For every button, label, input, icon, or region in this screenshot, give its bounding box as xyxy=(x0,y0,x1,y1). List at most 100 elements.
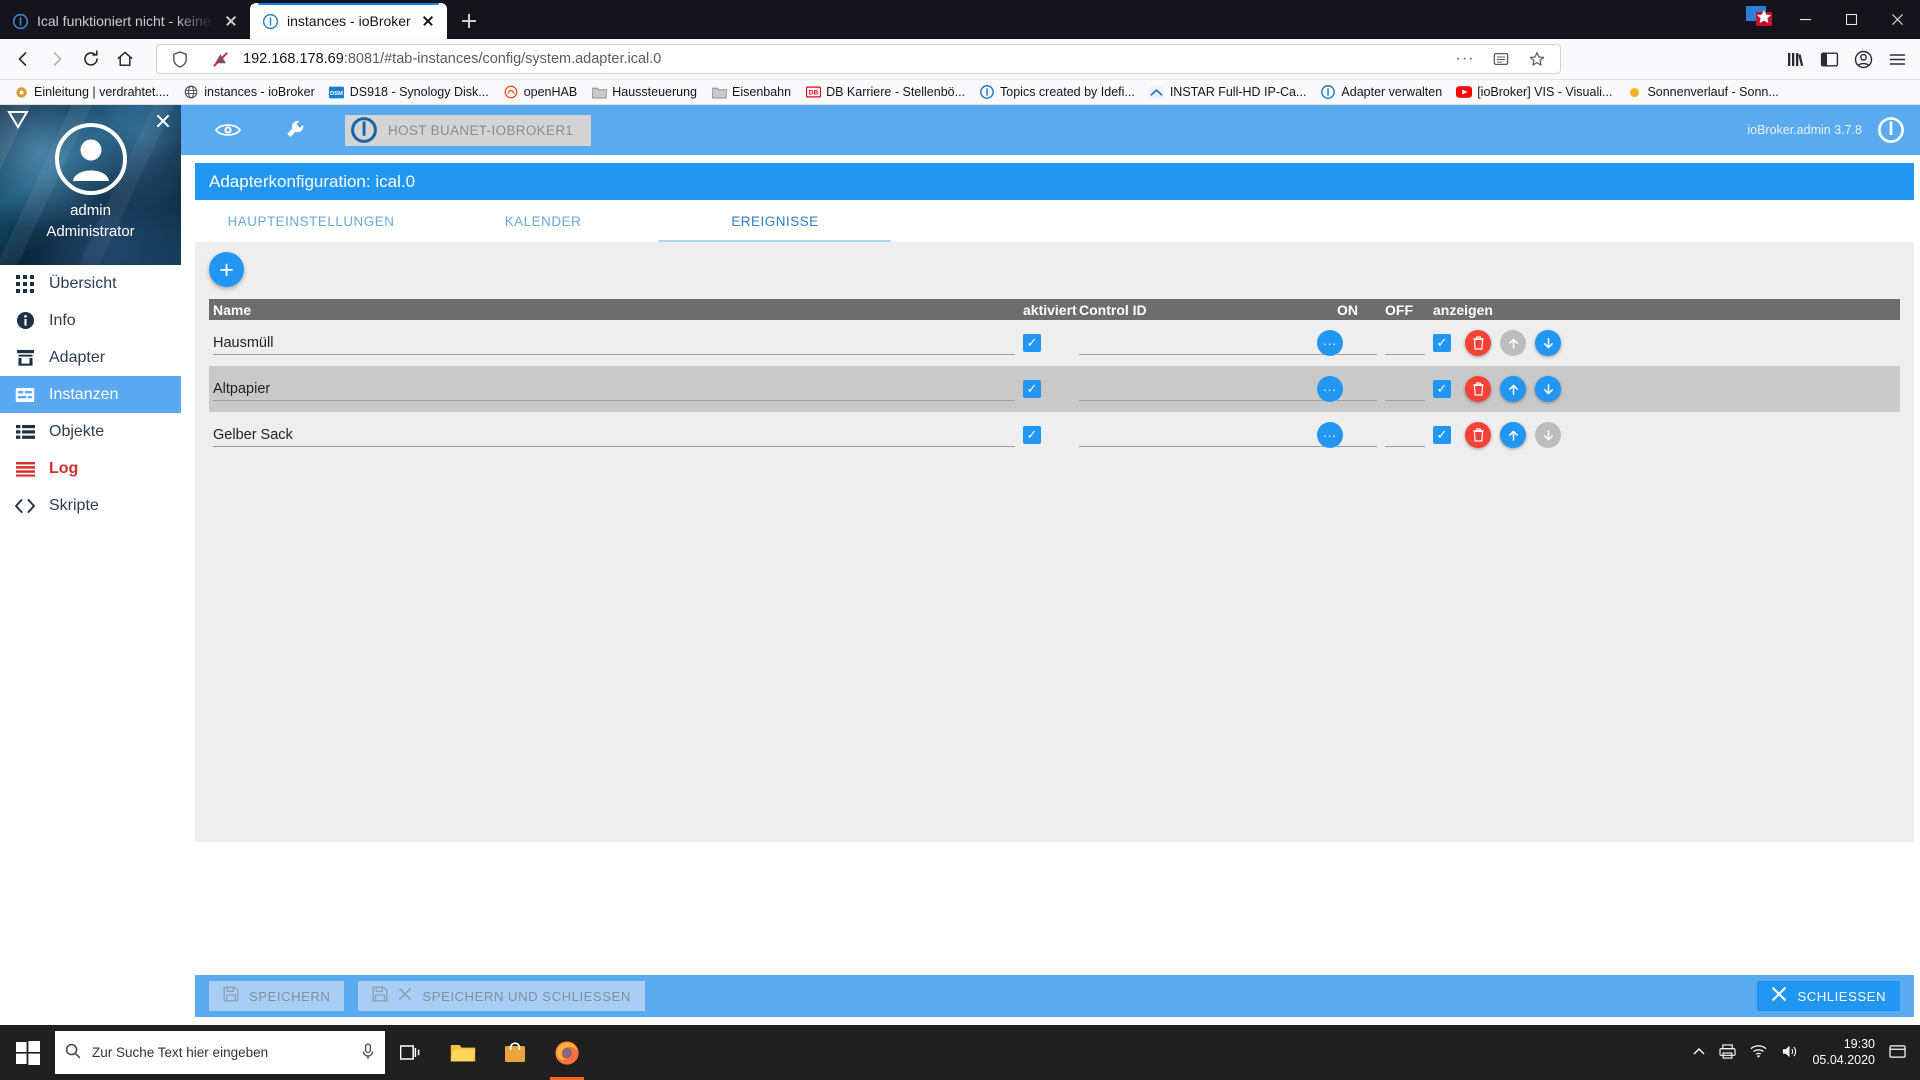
close-button[interactable] xyxy=(1874,0,1920,39)
close-icon[interactable] xyxy=(153,111,173,131)
name-input[interactable]: Hausmüll xyxy=(213,331,1015,355)
display-checkbox[interactable]: ✓ xyxy=(1433,380,1451,398)
on-input[interactable] xyxy=(1337,331,1377,355)
blocked-permission-icon[interactable] xyxy=(203,47,237,71)
taskbar-clock[interactable]: 19:30 05.04.2020 xyxy=(1812,1037,1875,1068)
cell-enabled[interactable]: ✓ xyxy=(1019,412,1075,458)
bookmark-item[interactable]: instances - ioBroker xyxy=(176,82,321,102)
sidebar-item-skripte[interactable]: Skripte xyxy=(0,487,181,524)
browse-object-button[interactable]: ... xyxy=(1317,376,1343,402)
display-checkbox[interactable]: ✓ xyxy=(1433,334,1451,352)
cell-enabled[interactable]: ✓ xyxy=(1019,320,1075,366)
cell-enabled[interactable]: ✓ xyxy=(1019,366,1075,412)
home-button-icon[interactable] xyxy=(108,42,142,76)
maximize-button[interactable] xyxy=(1828,0,1874,39)
firefox-icon[interactable] xyxy=(541,1025,593,1080)
enabled-checkbox[interactable]: ✓ xyxy=(1023,380,1041,398)
library-icon[interactable] xyxy=(1778,42,1812,76)
sidebar-item-info[interactable]: Info xyxy=(0,302,181,339)
close-button[interactable]: SCHLIESSEN xyxy=(1757,981,1900,1011)
host-selector[interactable]: HOST BUANET-IOBROKER1 xyxy=(345,114,592,146)
url-text[interactable]: 192.168.178.69:8081/#tab-instances/confi… xyxy=(243,51,1442,67)
url-bar[interactable]: 192.168.178.69:8081/#tab-instances/confi… xyxy=(156,44,1561,74)
microphone-icon[interactable] xyxy=(361,1042,375,1063)
bookmark-item[interactable]: DB DB Karriere - Stellenbö... xyxy=(798,82,972,102)
file-explorer-icon[interactable] xyxy=(437,1025,489,1080)
power-icon[interactable] xyxy=(1878,117,1904,143)
bookmark-item[interactable]: openHAB xyxy=(496,82,585,102)
off-input[interactable] xyxy=(1385,423,1425,447)
cell-display[interactable]: ✓ xyxy=(1429,320,1461,366)
bookmark-item[interactable]: Adapter verwalten xyxy=(1313,82,1449,102)
reader-view-icon[interactable] xyxy=(1484,46,1518,72)
arrow-up-icon[interactable] xyxy=(1500,422,1526,448)
cell-display[interactable]: ✓ xyxy=(1429,366,1461,412)
bookmark-item[interactable]: Eisenbahn xyxy=(704,82,798,102)
bookmark-item[interactable]: INSTAR Full-HD IP-Ca... xyxy=(1142,82,1314,102)
cell-control-id[interactable]: ... xyxy=(1075,366,1343,412)
sidebar-item-adapter[interactable]: Adapter xyxy=(0,339,181,376)
tray-chevron-icon[interactable] xyxy=(1693,1047,1705,1059)
network-icon[interactable] xyxy=(1750,1044,1767,1061)
bookmark-star-icon[interactable] xyxy=(1520,46,1554,72)
close-icon[interactable] xyxy=(222,12,240,30)
on-input[interactable] xyxy=(1337,377,1377,401)
cell-name[interactable]: Hausmüll xyxy=(209,320,1019,366)
arrow-up-icon[interactable] xyxy=(1500,376,1526,402)
bookmark-item[interactable]: Einleitung | verdrahtet.... xyxy=(6,82,176,102)
volume-icon[interactable] xyxy=(1781,1044,1798,1062)
enabled-checkbox[interactable]: ✓ xyxy=(1023,426,1041,444)
windows-start-icon[interactable] xyxy=(0,1025,55,1080)
shield-icon[interactable] xyxy=(163,47,197,71)
arrow-down-icon[interactable] xyxy=(1535,376,1561,402)
arrow-down-icon[interactable] xyxy=(1535,330,1561,356)
bookmark-item[interactable]: Sonnenverlauf - Sonn... xyxy=(1619,82,1785,102)
bookmark-item[interactable]: Topics created by Idefi... xyxy=(972,82,1142,102)
firefox-account-cube-icon[interactable] xyxy=(1744,3,1778,31)
browser-tab-1[interactable]: Ical funktioniert nicht - keine E... xyxy=(0,3,250,39)
save-and-close-button[interactable]: SPEICHERN UND SCHLIESSEN xyxy=(358,981,645,1011)
minimize-button[interactable] xyxy=(1782,0,1828,39)
cell-control-id[interactable]: ... xyxy=(1075,412,1343,458)
new-tab-button[interactable] xyxy=(453,5,485,37)
reload-button-icon[interactable] xyxy=(74,42,108,76)
taskbar-search-box[interactable]: Zur Suche Text hier eingeben xyxy=(55,1031,385,1074)
collapse-triangle-icon[interactable] xyxy=(7,110,29,135)
control-id-input[interactable] xyxy=(1079,377,1329,401)
page-actions-icon[interactable]: ··· xyxy=(1448,46,1482,72)
name-input[interactable]: Altpapier xyxy=(213,377,1015,401)
notification-icon[interactable] xyxy=(1889,1044,1906,1062)
off-input[interactable] xyxy=(1385,331,1425,355)
browse-object-button[interactable]: ... xyxy=(1317,422,1343,448)
enabled-checkbox[interactable]: ✓ xyxy=(1023,334,1041,352)
trash-icon[interactable] xyxy=(1465,330,1491,356)
close-icon[interactable] xyxy=(419,12,437,30)
cell-control-id[interactable]: ... xyxy=(1075,320,1343,366)
store-icon[interactable] xyxy=(489,1025,541,1080)
bookmark-item[interactable]: DSM DS918 - Synology Disk... xyxy=(322,82,496,102)
cell-off[interactable] xyxy=(1381,320,1429,366)
sidebar-item-uebersicht[interactable]: Übersicht xyxy=(0,265,181,302)
back-button-icon[interactable] xyxy=(6,42,40,76)
bookmark-item[interactable]: Haussteuerung xyxy=(584,82,704,102)
bookmark-item[interactable]: [ioBroker] VIS - Visuali... xyxy=(1449,82,1619,102)
browser-tab-2[interactable]: instances - ioBroker xyxy=(250,3,447,39)
sidebar-icon[interactable] xyxy=(1812,42,1846,76)
add-event-button[interactable]: + xyxy=(209,252,244,287)
off-input[interactable] xyxy=(1385,377,1425,401)
tab-kalender[interactable]: KALENDER xyxy=(427,200,659,242)
control-id-input[interactable] xyxy=(1079,331,1329,355)
account-icon[interactable] xyxy=(1846,42,1880,76)
on-input[interactable] xyxy=(1337,423,1377,447)
app-menu-icon[interactable] xyxy=(1880,42,1914,76)
browse-object-button[interactable]: ... xyxy=(1317,330,1343,356)
printer-icon[interactable] xyxy=(1719,1043,1736,1062)
task-view-icon[interactable] xyxy=(385,1025,437,1080)
trash-icon[interactable] xyxy=(1465,376,1491,402)
tab-haupteinstellungen[interactable]: HAUPTEINSTELLUNGEN xyxy=(195,200,427,242)
wrench-icon[interactable] xyxy=(285,119,307,141)
display-checkbox[interactable]: ✓ xyxy=(1433,426,1451,444)
trash-icon[interactable] xyxy=(1465,422,1491,448)
sidebar-item-instanzen[interactable]: Instanzen xyxy=(0,376,181,413)
cell-name[interactable]: Altpapier xyxy=(209,366,1019,412)
